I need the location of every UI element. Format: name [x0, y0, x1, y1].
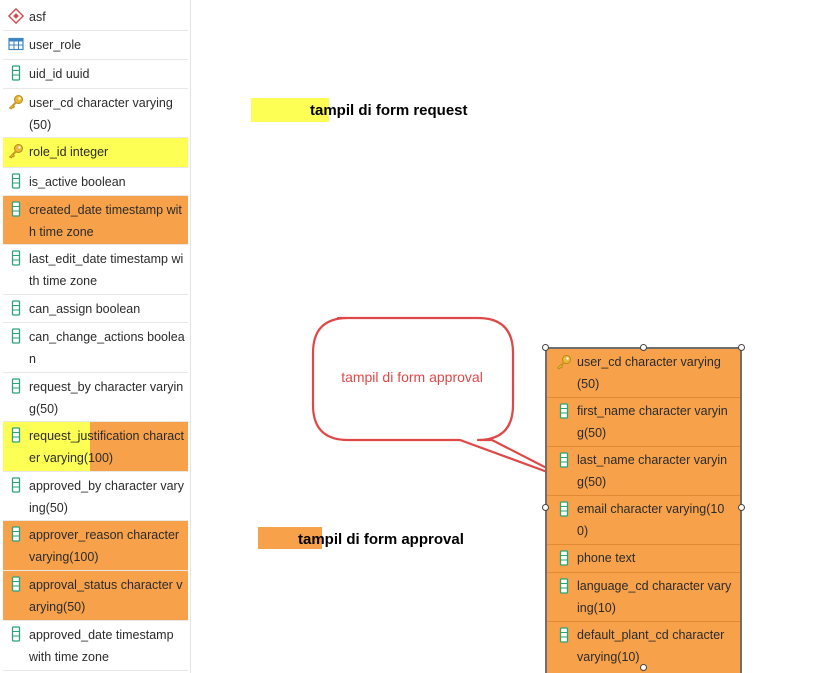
list-item-column[interactable]: approved_date timestamp with time zone: [3, 621, 188, 671]
legend-label-request: tampil di form request: [310, 102, 468, 119]
list-item-column[interactable]: request_justification character varying(…: [3, 422, 188, 472]
resize-handle-top-right[interactable]: [738, 344, 745, 351]
key-icon: [8, 144, 23, 159]
table-panel[interactable]: user_cd character varying (50) first_nam…: [545, 347, 742, 673]
column-icon: [11, 65, 21, 81]
list-item-schema[interactable]: asf: [3, 3, 188, 31]
column-icon: [559, 627, 569, 643]
panel-item-label: default_plant_cd character varying(10): [577, 628, 725, 664]
resize-handle-left[interactable]: [542, 504, 549, 511]
list-item-label: request_justification character varying(…: [29, 429, 184, 465]
panel-item-label: user_cd character varying (50): [577, 355, 721, 391]
list-item-column[interactable]: uid_id uuid: [3, 60, 188, 89]
panel-item-column[interactable]: phone text: [547, 545, 740, 573]
column-icon: [11, 328, 21, 344]
panel-item-column[interactable]: email character varying(100): [547, 496, 740, 545]
column-icon: [11, 378, 21, 394]
column-icon: [559, 403, 569, 419]
list-item-column[interactable]: is_active boolean: [3, 168, 188, 196]
column-icon: [11, 300, 21, 316]
list-item-label: user_cd character varying (50): [29, 96, 173, 132]
column-icon: [559, 501, 569, 517]
resize-handle-top[interactable]: [640, 344, 647, 351]
panel-item-label: language_cd character varying(10): [577, 579, 732, 615]
list-item-label: is_active boolean: [29, 175, 126, 189]
panel-item-column[interactable]: first_name character varying(50): [547, 398, 740, 447]
key-icon: [8, 95, 23, 110]
list-item-key-column[interactable]: user_cd character varying (50): [3, 89, 188, 138]
list-item-column[interactable]: created_date timestamp with time zone: [3, 196, 188, 245]
list-item-column[interactable]: approver_reason character varying(100): [3, 521, 188, 571]
legend-label-approval: tampil di form approval: [298, 531, 464, 548]
panel-item-column[interactable]: last_name character varying(50): [547, 447, 740, 496]
list-item-column[interactable]: request_by character varying(50): [3, 373, 188, 422]
callout-shape: [311, 316, 574, 483]
panel-item-label: phone text: [577, 551, 636, 565]
column-icon: [11, 576, 21, 592]
list-item-label: uid_id uuid: [29, 67, 90, 81]
list-item-key-column[interactable]: role_id integer: [3, 138, 188, 168]
list-item-label: asf: [29, 10, 46, 24]
list-item-label: approved_date timestamp with time zone: [29, 628, 174, 664]
column-icon: [11, 477, 21, 493]
list-item-table[interactable]: user_role: [3, 31, 188, 60]
list-item-column[interactable]: approval_status character varying(50): [3, 571, 188, 621]
list-item-label: role_id integer: [29, 145, 109, 159]
list-item-column[interactable]: can_assign boolean: [3, 295, 188, 323]
panel-item-label: last_name character varying(50): [577, 453, 728, 489]
resize-handle-right[interactable]: [738, 504, 745, 511]
column-icon: [11, 201, 21, 217]
list-item-label: approval_status character varying(50): [29, 578, 183, 614]
callout-label: tampil di form approval: [341, 369, 483, 385]
column-icon: [559, 452, 569, 468]
panel-item-label: email character varying(100): [577, 502, 725, 538]
resize-handle-bottom[interactable]: [640, 664, 647, 671]
panel-item-label: first_name character varying(50): [577, 404, 728, 440]
column-icon: [11, 626, 21, 642]
schema-icon: [8, 8, 24, 24]
list-item-label: created_date timestamp with time zone: [29, 203, 182, 239]
column-icon: [11, 173, 21, 189]
schema-column-list: asf user_role uid_id uuid user_cd charac…: [0, 0, 191, 673]
column-icon: [559, 578, 569, 594]
table-icon: [8, 37, 24, 51]
column-icon: [559, 550, 569, 566]
list-item-column[interactable]: approved_by character varying(50): [3, 472, 188, 521]
list-item-label: user_role: [29, 38, 82, 52]
column-icon: [11, 526, 21, 542]
list-item-label: request_by character varying(50): [29, 380, 184, 416]
list-item-label: approver_reason character varying(100): [29, 528, 180, 564]
list-item-column[interactable]: can_change_actions boolean: [3, 323, 188, 373]
column-icon: [11, 427, 21, 443]
list-item-label: last_edit_date timestamp with time zone: [29, 252, 184, 288]
column-icon: [11, 250, 21, 266]
panel-item-column[interactable]: language_cd character varying(10): [547, 573, 740, 622]
key-icon: [556, 355, 571, 370]
list-item-label: can_change_actions boolean: [29, 330, 185, 366]
list-item-column[interactable]: last_edit_date timestamp with time zone: [3, 245, 188, 295]
panel-item-key-column[interactable]: user_cd character varying (50): [547, 349, 740, 398]
resize-handle-top-left[interactable]: [542, 344, 549, 351]
list-item-label: approved_by character varying(50): [29, 479, 184, 515]
list-item-label: can_assign boolean: [29, 302, 141, 316]
